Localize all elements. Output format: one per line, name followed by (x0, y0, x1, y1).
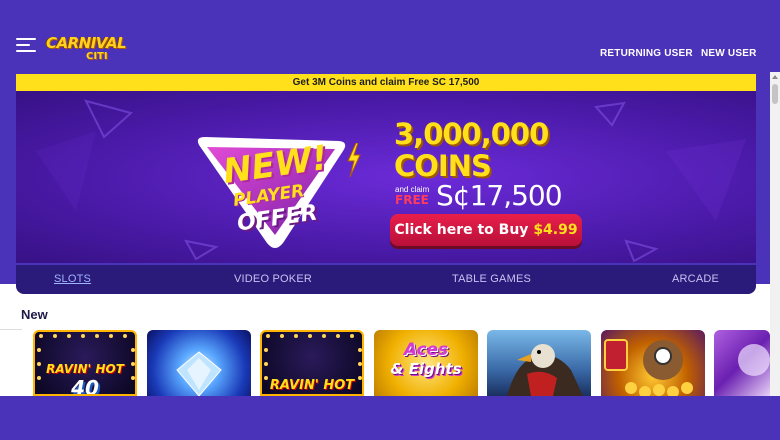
free-label: FREE (395, 193, 429, 207)
tab-table-games[interactable]: TABLE GAMES (452, 265, 531, 294)
treasure-pile-icon (604, 339, 693, 396)
returning-user-link[interactable]: RETURNING USER (600, 48, 693, 59)
tab-slots[interactable]: SLOTS (54, 265, 91, 294)
game-title-number: 40 (71, 376, 99, 396)
section-divider (0, 329, 22, 330)
tab-video-poker[interactable]: VIDEO POKER (234, 265, 312, 294)
buy-button-text: Click here to Buy (394, 222, 534, 238)
diamond-icon (176, 351, 222, 396)
new-player-offer-badge: NEW! PLAYER OFFER (191, 131, 361, 251)
tab-arcade[interactable]: ARCADE (672, 265, 719, 294)
menu-icon[interactable] (16, 38, 36, 54)
new-player-offer-banner[interactable]: NEW! PLAYER OFFER 3,000,000 COINS and cl… (16, 91, 756, 263)
buy-offer-button[interactable]: Click here to Buy $4.99 (390, 214, 582, 246)
vertical-scrollbar[interactable] (770, 72, 780, 396)
sweeps-coins-amount: S¢17,500 (436, 179, 563, 212)
game-art (738, 344, 770, 376)
scrollbar-thumb[interactable] (772, 84, 778, 104)
eagle-icon (507, 344, 583, 396)
game-subtitle: & Eights (390, 360, 462, 378)
game-tile-ravin-hot[interactable]: RAVIN' HOT (260, 330, 364, 396)
game-title: Aces (403, 340, 449, 360)
new-user-link[interactable]: NEW USER (701, 48, 757, 59)
logo-subtext: CITI (86, 51, 108, 62)
game-tile-treasure[interactable] (601, 330, 705, 396)
logo-text: CARNIVAL (46, 34, 127, 52)
game-title: RAVIN' HOT (269, 378, 355, 393)
coins-amount: 3,000,000 (394, 117, 549, 151)
top-navigation-bar: CARNIVAL CITI RETURNING USER NEW USER (0, 0, 780, 72)
banner-background-decor (36, 99, 746, 263)
bottom-bar (0, 396, 780, 440)
lightning-bolt-icon (347, 143, 361, 177)
game-tile-diamond[interactable] (147, 330, 251, 396)
coins-label: COINS (394, 149, 492, 183)
game-tile-eagle[interactable] (487, 330, 591, 396)
carnival-citi-logo[interactable]: CARNIVAL CITI (46, 34, 132, 68)
buy-button-price: $4.99 (533, 222, 578, 238)
game-category-tabs: SLOTS VIDEO POKER TABLE GAMES ARCADE (16, 265, 756, 294)
scroll-up-arrow-icon[interactable] (772, 75, 778, 79)
game-tile-aces-eights[interactable]: Aces & Eights (374, 330, 478, 396)
game-tile-partial[interactable] (714, 330, 770, 396)
game-tile-ravin-hot-40[interactable]: RAVIN' HOT 40 (33, 330, 137, 396)
section-title-new: New (21, 307, 48, 322)
promo-strip[interactable]: Get 3M Coins and claim Free SC 17,500 (16, 74, 756, 91)
game-title: RAVIN' HOT (46, 362, 124, 376)
